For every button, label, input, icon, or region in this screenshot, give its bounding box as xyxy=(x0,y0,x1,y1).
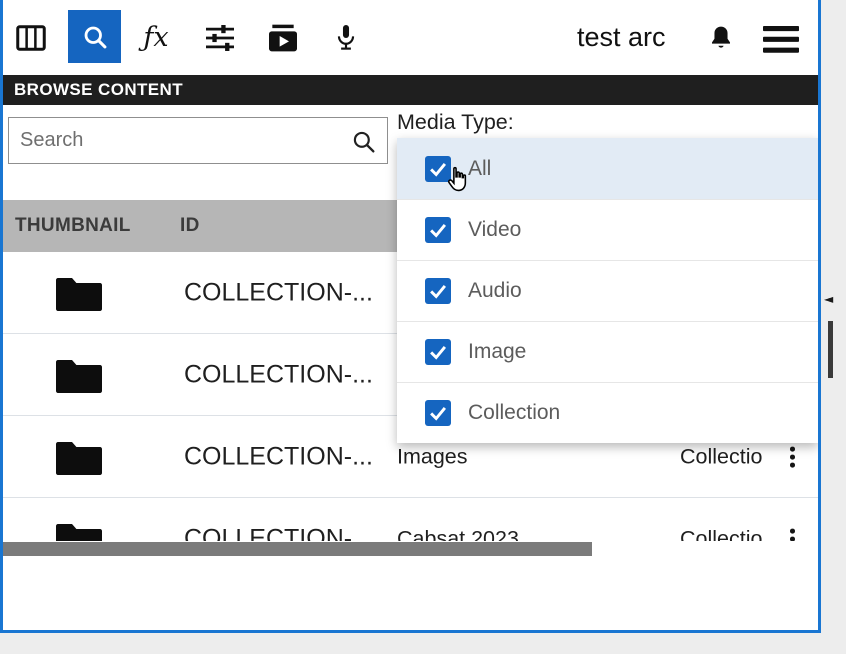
frame-border-right xyxy=(818,0,821,633)
checkbox-checked-icon[interactable] xyxy=(425,339,451,365)
paginator: Items per page: 10 1 – 10 of 282 xyxy=(0,556,818,630)
browse-content-bar: BROWSE CONTENT xyxy=(0,75,818,105)
notifications-button[interactable] xyxy=(704,20,738,56)
frame-border-bottom xyxy=(0,630,821,633)
hamburger-icon xyxy=(763,26,799,53)
media-type-option-video[interactable]: Video xyxy=(397,199,818,260)
app-window: ƒx xyxy=(0,0,821,633)
folder-icon xyxy=(55,355,103,395)
cell-id: COLLECTION-... xyxy=(184,279,373,308)
cell-id: COLLECTION-... xyxy=(184,525,373,542)
media-type-option-image[interactable]: Image xyxy=(397,321,818,382)
folder-icon xyxy=(55,273,103,313)
cell-title: Cabsat 2023 xyxy=(397,527,519,542)
horizontal-scrollbar-track xyxy=(0,541,818,556)
toolbar: ƒx xyxy=(0,0,818,75)
search-input[interactable] xyxy=(9,118,387,163)
horizontal-scrollbar-thumb[interactable] xyxy=(0,542,592,556)
menu-button[interactable] xyxy=(761,23,801,55)
filmstrip-button[interactable] xyxy=(14,22,48,54)
option-label: Audio xyxy=(468,279,522,303)
column-header-id[interactable]: ID xyxy=(180,200,200,252)
option-label: Video xyxy=(468,218,521,242)
media-type-dropdown: All Video Audio Image Collection xyxy=(397,138,818,443)
vertical-scrollbar-thumb[interactable] xyxy=(828,321,833,378)
checkbox-checked-icon[interactable] xyxy=(425,156,451,182)
kebab-menu-button[interactable] xyxy=(786,443,799,472)
media-type-option-all[interactable]: All xyxy=(397,138,818,199)
folder-icon xyxy=(55,519,103,541)
folder-icon xyxy=(55,437,103,477)
fx-icon: ƒx xyxy=(143,22,168,53)
effects-button[interactable]: ƒx xyxy=(136,18,176,56)
media-type-option-audio[interactable]: Audio xyxy=(397,260,818,321)
panel-collapse-arrow-icon[interactable]: ◄ xyxy=(824,292,833,306)
filmstrip-icon xyxy=(16,24,46,52)
media-type-option-collection[interactable]: Collection xyxy=(397,382,818,443)
bell-icon xyxy=(707,23,735,53)
cell-id: COLLECTION-... xyxy=(184,443,373,472)
option-label: All xyxy=(468,157,491,181)
sliders-icon xyxy=(204,24,236,52)
column-header-thumbnail[interactable]: THUMBNAIL xyxy=(15,200,131,252)
option-label: Collection xyxy=(468,401,560,425)
cell-id: COLLECTION-... xyxy=(184,361,373,390)
checkbox-checked-icon[interactable] xyxy=(425,278,451,304)
cell-type: Collectio xyxy=(680,445,762,470)
media-type-label: Media Type: xyxy=(397,110,514,135)
filters-button[interactable] xyxy=(202,22,238,54)
microphone-icon xyxy=(333,20,359,56)
right-gutter xyxy=(821,0,846,654)
option-label: Image xyxy=(468,340,526,364)
frame-border-left xyxy=(0,0,3,633)
microphone-button[interactable] xyxy=(331,18,361,58)
workspace-title: test arc xyxy=(577,22,666,53)
search-box xyxy=(8,117,388,164)
cell-type: Collectio xyxy=(680,527,762,542)
video-library-button[interactable] xyxy=(265,22,301,54)
cell-title: Images xyxy=(397,445,468,470)
checkbox-checked-icon[interactable] xyxy=(425,217,451,243)
video-library-icon xyxy=(267,23,299,53)
kebab-menu-button[interactable] xyxy=(786,525,799,541)
table-row[interactable]: COLLECTION-... Cabsat 2023 Collectio xyxy=(0,498,818,541)
search-icon xyxy=(81,23,109,51)
search-tab-button[interactable] xyxy=(68,10,121,63)
search-submit-icon[interactable] xyxy=(351,129,377,155)
checkbox-checked-icon[interactable] xyxy=(425,400,451,426)
